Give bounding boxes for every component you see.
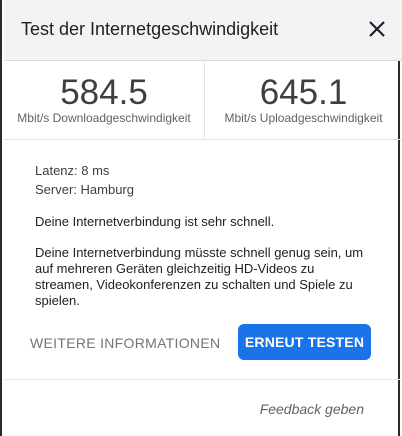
upload-metric: 645.1 Mbit/s Uploadgeschwindigkeit [205, 61, 402, 139]
download-metric: 584.5 Mbit/s Downloadgeschwindigkeit [4, 61, 205, 139]
summary-message: Deine Internetverbindung ist sehr schnel… [35, 214, 275, 229]
upload-value: 645.1 [259, 73, 348, 112]
description-message: Deine Internetverbindung müsste schnell … [35, 245, 364, 308]
close-icon [369, 21, 385, 37]
dialog-title: Test der Internetgeschwindigkeit [21, 19, 279, 39]
speedtest-dialog: Test der Internetgeschwindigkeit 584.5 M… [0, 0, 402, 436]
upload-label: Mbit/s Uploadgeschwindigkeit [224, 111, 383, 125]
download-label: Mbit/s Downloadgeschwindigkeit [17, 111, 191, 125]
server-text: Server: Hamburg [35, 182, 134, 197]
divider [4, 379, 402, 380]
dialog-header: Test der Internetgeschwindigkeit [4, 0, 402, 61]
latency-text: Latenz: 8 ms [35, 163, 110, 178]
retest-button[interactable]: ERNEUT TESTEN [238, 324, 371, 360]
feedback-link[interactable]: Feedback geben [260, 401, 364, 417]
download-value: 584.5 [60, 73, 148, 112]
more-info-link[interactable]: WEITERE INFORMATIONEN [30, 335, 220, 351]
speed-metrics: 584.5 Mbit/s Downloadgeschwindigkeit 645… [4, 61, 402, 140]
close-button[interactable] [366, 18, 388, 40]
